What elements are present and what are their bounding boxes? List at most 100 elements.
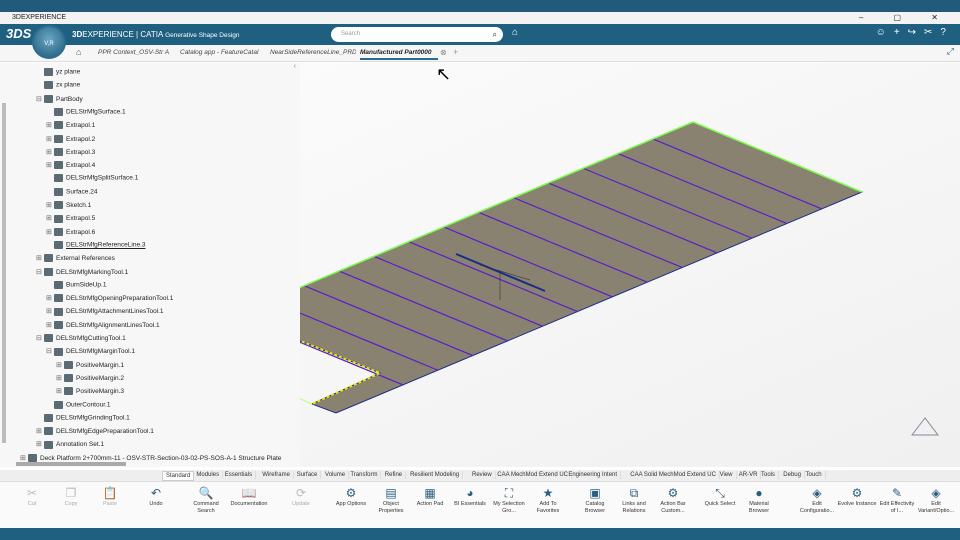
- search-icon[interactable]: ⌕: [493, 27, 497, 42]
- collapse-tree-icon[interactable]: ‹: [294, 63, 296, 70]
- toolbar-tab[interactable]: Touch: [803, 471, 826, 479]
- expand-toggle-icon[interactable]: ⊟: [36, 95, 42, 103]
- tool-button[interactable]: ◈ Edit Variant/Optio...: [916, 485, 956, 515]
- tree-node[interactable]: ⊞ PositiveMargin.2: [56, 374, 124, 383]
- tree-node[interactable]: ⊞ DELStrMfgOpeningPreparationTool.1: [46, 294, 173, 303]
- tool-button[interactable]: ★ Add To Favorites: [528, 485, 568, 515]
- tree-node[interactable]: ⊞ PositiveMargin.1: [56, 360, 124, 369]
- expand-toggle-icon[interactable]: ⊞: [46, 307, 52, 315]
- expand-toggle-icon[interactable]: ⊞: [36, 427, 42, 435]
- tree-node[interactable]: ⊟ PartBody: [36, 94, 83, 103]
- expand-toggle-icon[interactable]: ⊞: [20, 454, 26, 462]
- expand-toggle-icon[interactable]: ⊞: [46, 121, 52, 129]
- tree-node[interactable]: DELStrMfgSurface.1: [46, 107, 126, 116]
- tree-node[interactable]: ⊞ DELStrMfgAlignmentLinesTool.1: [46, 320, 160, 329]
- expand-toggle-icon[interactable]: ⊞: [46, 201, 52, 209]
- toolbar-tab[interactable]: Wireframe: [259, 471, 294, 479]
- tool-button[interactable]: ▦ Action Pad: [410, 485, 450, 508]
- expand-toggle-icon[interactable]: ⊞: [46, 214, 52, 222]
- expand-toggle-icon[interactable]: ⊞: [46, 148, 52, 156]
- toolbar-tab[interactable]: View: [717, 471, 737, 479]
- expand-toggle-icon[interactable]: ⊞: [46, 294, 52, 302]
- expand-toggle-icon[interactable]: ⊞: [56, 374, 62, 382]
- toolbar-tab[interactable]: Transform: [347, 471, 382, 479]
- tool-button[interactable]: ● Material Browser: [739, 485, 779, 515]
- window-controls[interactable]: – ▢ ✕: [859, 13, 952, 22]
- fullscreen-icon[interactable]: ⤢: [947, 46, 954, 57]
- tree-node[interactable]: DELStrMfgReferenceLine.3: [46, 240, 146, 249]
- tool-button[interactable]: ⚙ App Options: [331, 485, 371, 508]
- tree-node[interactable]: ⊞ DELStrMfgAttachmentLinesTool.1: [46, 307, 164, 316]
- tool-button[interactable]: ❐ Copy: [51, 485, 91, 508]
- tree-node[interactable]: Surface.24: [46, 187, 97, 196]
- tool-button[interactable]: ✎ Edit Effectivity of I...: [877, 485, 917, 515]
- tree-node[interactable]: yz plane: [36, 68, 80, 76]
- tree-node[interactable]: ⊟ DELStrMfgMarginTool.1: [46, 347, 135, 356]
- tree-node[interactable]: ⊞ Extrapol.2: [46, 134, 95, 143]
- tool-button[interactable]: ✂ Cut: [12, 485, 52, 508]
- tool-button[interactable]: ⤡ Quick Select: [700, 485, 740, 508]
- expand-toggle-icon[interactable]: ⊟: [36, 268, 42, 276]
- close-tab-icon[interactable]: ⊗: [440, 48, 447, 57]
- expand-toggle-icon[interactable]: ⊞: [36, 254, 42, 262]
- expand-toggle-icon[interactable]: ⊟: [46, 347, 52, 355]
- tree-node[interactable]: ⊞ Sketch.1: [46, 201, 91, 210]
- toolbar-tab[interactable]: Tools: [758, 471, 780, 479]
- tree-node[interactable]: zx plane: [36, 81, 80, 90]
- tool-button[interactable]: ⚙ Action Bar Custom...: [653, 485, 693, 515]
- tree-node[interactable]: ⊞ Extrapol.6: [46, 227, 95, 236]
- tree-node[interactable]: ⊞ Deck Platform 2+700mm-11 - OSV-STR-Sect…: [20, 453, 281, 462]
- tool-button[interactable]: ◈ Edit Configuratio...: [797, 485, 837, 515]
- toolbar-right-icons[interactable]: ☺+↪✂?: [876, 27, 954, 38]
- toolbar-tab[interactable]: Debug: [780, 471, 805, 479]
- expand-toggle-icon[interactable]: ⊞: [46, 321, 52, 329]
- tree-node[interactable]: OuterContour.1: [46, 400, 110, 409]
- tree-node[interactable]: ⊞ Extrapol.4: [46, 161, 95, 170]
- tree-node[interactable]: DELStrMfgSplitSurface.1: [46, 174, 138, 183]
- expand-toggle-icon[interactable]: ⊞: [46, 161, 52, 169]
- tag-icon[interactable]: ⌂: [512, 27, 518, 38]
- tree-horizontal-scrollbar[interactable]: [16, 462, 126, 466]
- home-icon[interactable]: ⌂: [76, 47, 81, 57]
- toolbar-tab[interactable]: Refine: [382, 471, 407, 479]
- expand-toggle-icon[interactable]: ⊞: [56, 361, 62, 369]
- expand-toggle-icon[interactable]: ⊞: [46, 135, 52, 143]
- toolbar-tab[interactable]: CAA Solid MechMod Extend UC: [627, 471, 720, 479]
- toolbar-tab[interactable]: Modules: [193, 471, 224, 479]
- tool-button[interactable]: ◕ BI Essentials: [450, 485, 490, 508]
- tool-button[interactable]: ⛶ My Selection Gro...: [489, 485, 529, 515]
- toolbar-tab[interactable]: Engineering Intent: [565, 471, 622, 479]
- tree-node[interactable]: ⊞ External References: [36, 254, 115, 263]
- toolbar-tab[interactable]: Review: [469, 471, 496, 479]
- toolbar-tab[interactable]: Resilient Modeling: [407, 471, 464, 479]
- toolbar-tab[interactable]: Surface: [294, 471, 322, 479]
- tree-node[interactable]: BurnSideUp.1: [46, 280, 106, 289]
- ds-logo-icon[interactable]: 3DS: [6, 26, 31, 41]
- tree-node[interactable]: ⊞ Extrapol.5: [46, 214, 95, 223]
- tool-button[interactable]: ⧉ Links and Relations: [614, 485, 654, 515]
- tree-vertical-scrollbar[interactable]: [2, 103, 6, 443]
- tree-node[interactable]: ⊞ Annotation Set.1: [36, 440, 104, 449]
- toolbar-tab[interactable]: Standard: [162, 471, 195, 481]
- toolbar-tab[interactable]: Essentials: [222, 471, 257, 479]
- tool-button[interactable]: 📖 Documentation: [229, 485, 269, 508]
- tree-node[interactable]: ⊞ DELStrMfgEdgePreparationTool.1: [36, 427, 154, 436]
- tool-button[interactable]: ⚙ Evolve Instance: [837, 485, 877, 508]
- tab-nearside-ref[interactable]: NearSideReferenceLine_PRD: [270, 49, 356, 56]
- expand-toggle-icon[interactable]: ⊟: [36, 334, 42, 342]
- tree-node[interactable]: ⊞ PositiveMargin.3: [56, 387, 124, 396]
- tree-node[interactable]: ⊟ DELStrMfgMarkingTool.1: [36, 267, 128, 276]
- tab-ppr-context[interactable]: PPR Context_OSV-Str A: [98, 49, 174, 56]
- tool-button[interactable]: ⟳ Update: [281, 485, 321, 508]
- expand-toggle-icon[interactable]: ⊞: [36, 440, 42, 448]
- expand-toggle-icon[interactable]: ⊞: [56, 387, 62, 395]
- tool-button[interactable]: ▤ Object Properties: [371, 485, 411, 515]
- tree-node[interactable]: DELStrMfgGrindingTool.1: [36, 413, 130, 422]
- tree-node[interactable]: ⊞ Extrapol.1: [46, 121, 95, 130]
- tool-button[interactable]: 🔍 Command Search: [186, 485, 226, 515]
- tree-node[interactable]: ⊟ DELStrMfgCuttingTool.1: [36, 334, 126, 343]
- tool-button[interactable]: 📋 Paste: [90, 485, 130, 508]
- search-input[interactable]: Search ⌕: [331, 27, 503, 42]
- new-tab-icon[interactable]: +: [453, 47, 458, 57]
- tool-button[interactable]: ▣ Catalog Browser: [575, 485, 615, 515]
